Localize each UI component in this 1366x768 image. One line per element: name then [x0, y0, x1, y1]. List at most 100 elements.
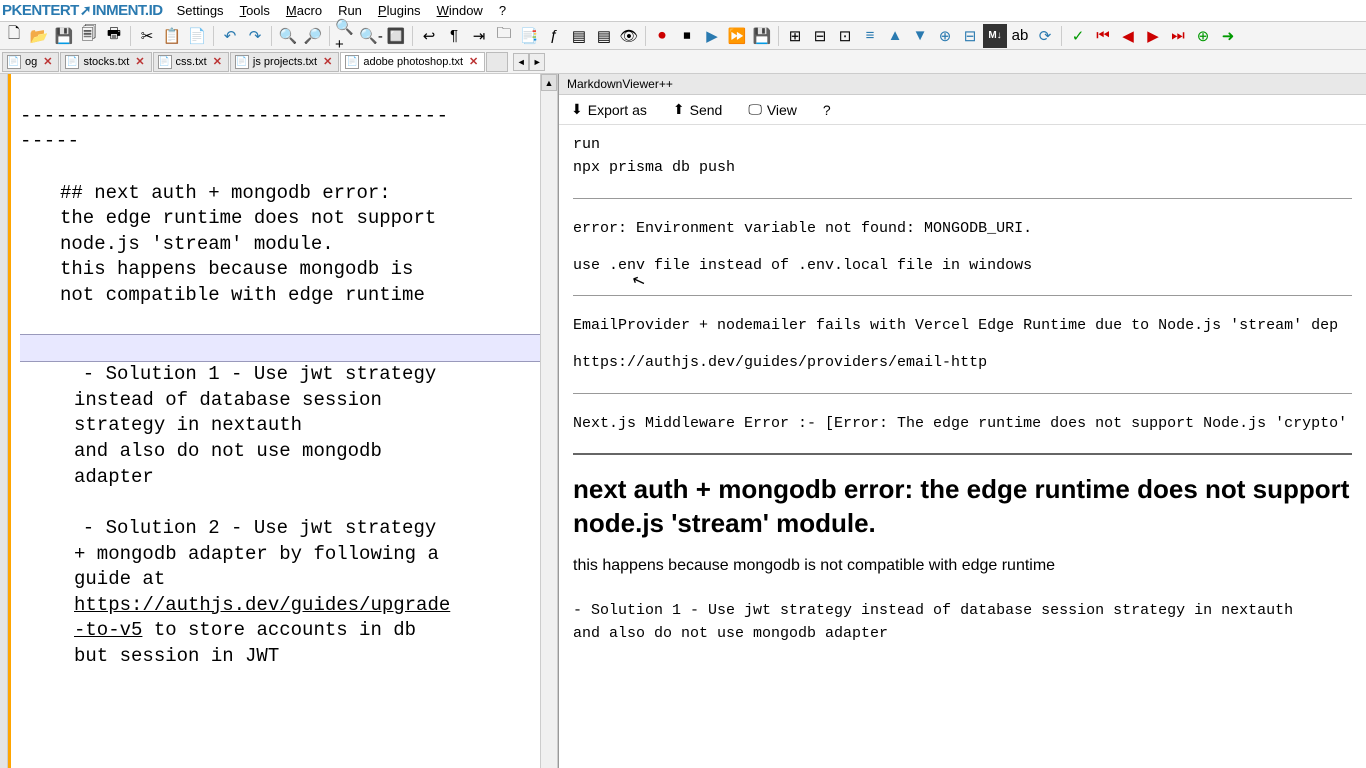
monitor-icon[interactable]: 👁 [617, 24, 641, 48]
play-icon[interactable]: ▶ [700, 24, 724, 48]
fold-icon[interactable]: ▤ [567, 24, 591, 48]
replace-icon[interactable]: 🔎 [301, 24, 325, 48]
main-area: ------------------------------------ ---… [0, 74, 1366, 768]
save-macro-icon[interactable]: 💾 [750, 24, 774, 48]
scroll-up-icon[interactable]: ▲ [541, 74, 557, 91]
zoom-in-icon[interactable]: 🔍+ [334, 24, 358, 48]
tab-css[interactable]: 📄css.txt✕ [153, 52, 229, 72]
grid1-icon[interactable]: ⊞ [783, 24, 807, 48]
gutter [0, 74, 8, 768]
menu-settings[interactable]: Settings [169, 1, 232, 20]
editor-line: + mongodb adapter by following a [20, 542, 540, 568]
close-icon[interactable]: ✕ [321, 55, 334, 68]
first-icon[interactable]: ⏮ [1091, 24, 1115, 48]
spell-icon[interactable]: ab [1008, 24, 1032, 48]
func-list-icon[interactable]: ƒ [542, 24, 566, 48]
divider [573, 453, 1352, 455]
redo-icon[interactable]: ↷ [243, 24, 267, 48]
tab-prev-icon[interactable]: ◄ [513, 53, 529, 71]
tab-stocks[interactable]: 📄stocks.txt✕ [60, 52, 151, 72]
next-icon[interactable]: ▶ [1141, 24, 1165, 48]
zoom-reset-icon[interactable]: 🔲 [384, 24, 408, 48]
fast-fwd-icon[interactable]: ⏩ [725, 24, 749, 48]
editor-line: - Solution 2 - Use jwt strategy [20, 516, 540, 542]
preview-text: npx prisma db push [573, 156, 1352, 179]
save-all-icon[interactable]: 🗐 [77, 24, 101, 48]
close-icon[interactable]: ✕ [41, 55, 54, 68]
prev-icon[interactable]: ◀ [1116, 24, 1140, 48]
open-file-icon[interactable]: 📂 [27, 24, 51, 48]
close-icon[interactable]: ✕ [133, 55, 146, 68]
zoom-out-icon[interactable]: 🔍- [359, 24, 383, 48]
grid3-icon[interactable]: ⊡ [833, 24, 857, 48]
undo-icon[interactable]: ↶ [218, 24, 242, 48]
send-button[interactable]: ⬆Send [669, 99, 726, 120]
tab-overflow[interactable] [486, 52, 508, 72]
close-icon[interactable]: ✕ [467, 55, 480, 68]
sort-icon[interactable]: ≡ [858, 24, 882, 48]
go-icon[interactable]: ➜ [1216, 24, 1240, 48]
editor-content[interactable]: ------------------------------------ ---… [14, 74, 540, 768]
editor-line: the edge runtime does not support [20, 206, 540, 232]
editor-line: -to-v5 to store accounts in db [20, 618, 540, 644]
separator [329, 26, 330, 46]
menu-help[interactable]: ? [491, 1, 514, 20]
preview-text: - Solution 1 - Use jwt strategy instead … [573, 599, 1352, 622]
menu-plugins[interactable]: Plugins [370, 1, 429, 20]
wrap-icon[interactable]: ↩ [417, 24, 441, 48]
plus-icon[interactable]: ⊕ [933, 24, 957, 48]
new-file-icon[interactable]: 🗋 [2, 24, 26, 48]
export-button[interactable]: ⬇Export as [567, 99, 651, 120]
stop-icon[interactable]: ⏹ [675, 24, 699, 48]
help-button[interactable]: ? [819, 100, 835, 120]
tab-js-projects[interactable]: 📄js projects.txt✕ [230, 52, 339, 72]
editor-pane: ------------------------------------ ---… [0, 74, 558, 768]
tab-next-icon[interactable]: ► [529, 53, 545, 71]
view-button[interactable]: 🖵View [744, 99, 801, 120]
preview-toolbar: ⬇Export as ⬆Send 🖵View ? [559, 95, 1366, 125]
save-icon[interactable]: 💾 [52, 24, 76, 48]
preview-text: run [573, 133, 1352, 156]
preview-panel-title: MarkdownViewer++ [559, 74, 1366, 95]
grid2-icon[interactable]: ⊟ [808, 24, 832, 48]
print-icon[interactable]: 🖶 [102, 24, 126, 48]
show-chars-icon[interactable]: ¶ [442, 24, 466, 48]
down-icon[interactable]: ▼ [908, 24, 932, 48]
preview-body[interactable]: run npx prisma db push error: Environmen… [559, 125, 1366, 768]
file-icon: 📄 [235, 55, 249, 69]
upload-icon: ⬆ [673, 101, 685, 118]
lang-icon[interactable]: 🗀 [492, 24, 516, 48]
tab-og[interactable]: 📄og✕ [2, 52, 59, 72]
separator [213, 26, 214, 46]
close-icon[interactable]: ✕ [211, 55, 224, 68]
menu-window[interactable]: Window [429, 1, 491, 20]
minus-icon[interactable]: ⊟ [958, 24, 982, 48]
preview-text: this happens because mongodb is not comp… [573, 554, 1352, 579]
doc-icon[interactable]: 📑 [517, 24, 541, 48]
indent-icon[interactable]: ⇥ [467, 24, 491, 48]
find-icon[interactable]: 🔍 [276, 24, 300, 48]
last-icon[interactable]: ⏭ [1166, 24, 1190, 48]
separator [271, 26, 272, 46]
separator [1061, 26, 1062, 46]
doc-map-icon[interactable]: ▤ [592, 24, 616, 48]
menu-tools[interactable]: Tools [232, 1, 278, 20]
copy-icon[interactable]: 📋 [160, 24, 184, 48]
tab-adobe-photoshop[interactable]: 📄adobe photoshop.txt✕ [340, 52, 485, 72]
vertical-scrollbar[interactable]: ▲ [540, 74, 557, 768]
file-icon: 📄 [345, 55, 359, 69]
sync-icon[interactable]: ⟳ [1033, 24, 1057, 48]
markdown-icon[interactable]: M↓ [983, 24, 1007, 48]
cut-icon[interactable]: ✂ [135, 24, 159, 48]
check-icon[interactable]: ✓ [1066, 24, 1090, 48]
up-icon[interactable]: ▲ [883, 24, 907, 48]
menu-macro[interactable]: Macro [278, 1, 330, 20]
editor-line: adapter [20, 465, 540, 491]
paste-icon[interactable]: 📄 [185, 24, 209, 48]
preview-text: EmailProvider + nodemailer fails with Ve… [573, 314, 1352, 337]
preview-link[interactable]: https://authjs.dev/guides/providers/emai… [573, 351, 1352, 374]
download-icon: ⬇ [571, 101, 583, 118]
add-icon[interactable]: ⊕ [1191, 24, 1215, 48]
record-icon[interactable]: ⏺ [650, 24, 674, 48]
toolbar: 🗋 📂 💾 🗐 🖶 ✂ 📋 📄 ↶ ↷ 🔍 🔎 🔍+ 🔍- 🔲 ↩ ¶ ⇥ 🗀 … [0, 22, 1366, 50]
